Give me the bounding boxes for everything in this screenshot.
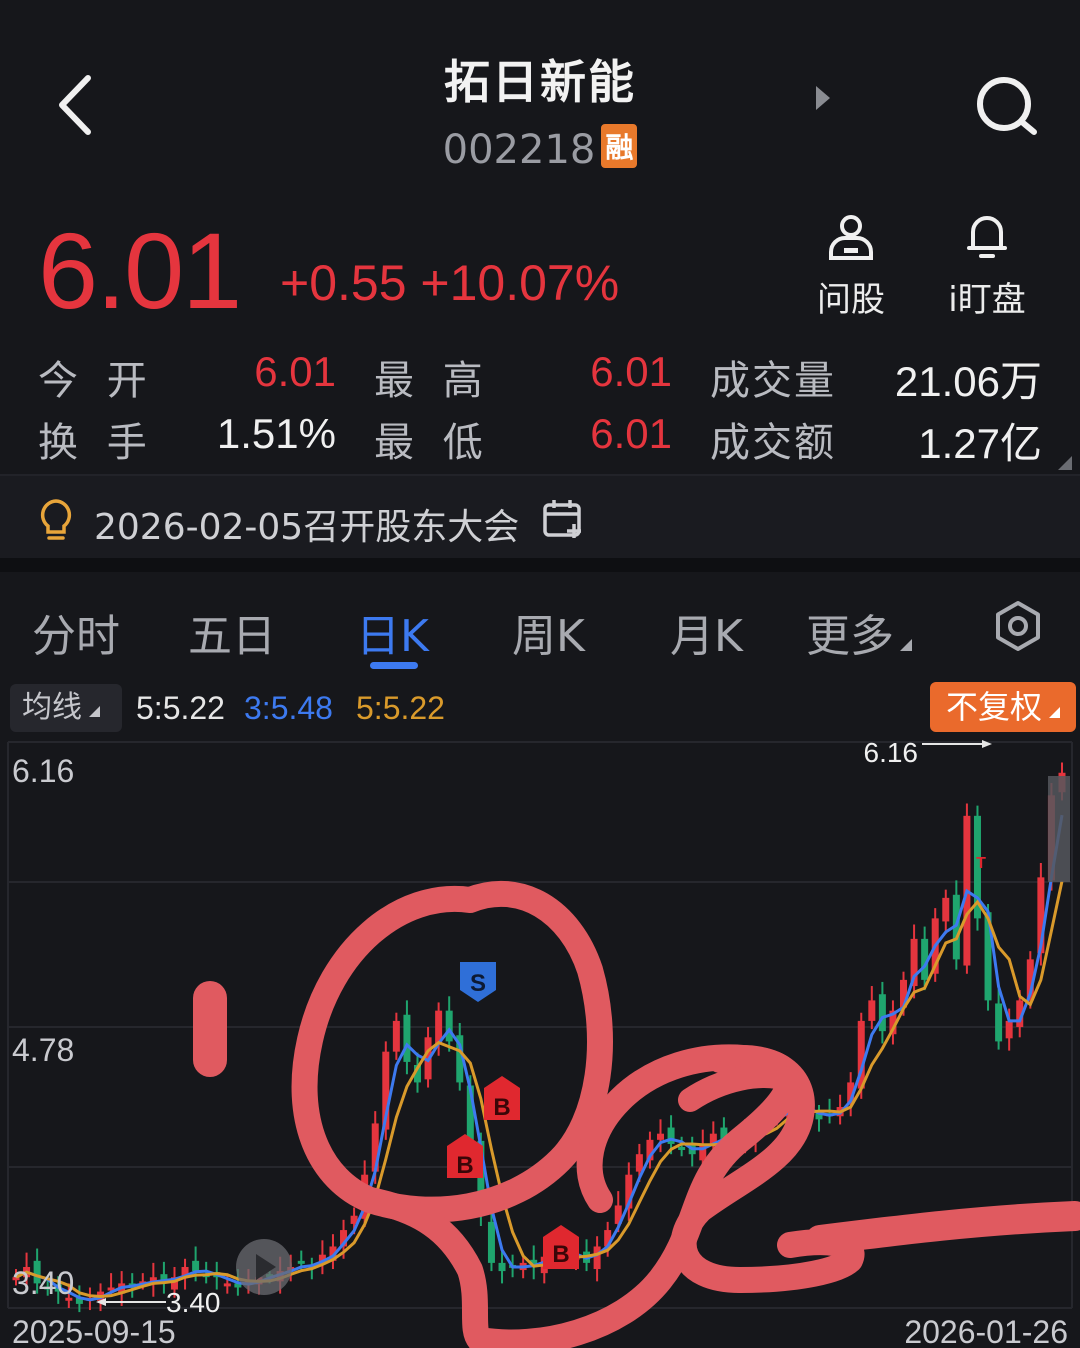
x-tick-end: 2026-01-26 (904, 1314, 1068, 1348)
adjust-mode-label: 不复权 (945, 688, 1042, 726)
t-signal-marker: T (976, 855, 986, 872)
section-gap (0, 558, 1080, 572)
open-value: 6.01 (254, 348, 336, 395)
buy-signal-marker[interactable]: B (447, 1134, 483, 1179)
candle-body (403, 1014, 411, 1062)
volume-label: 成交量 (710, 358, 836, 404)
candle-body (445, 1010, 453, 1042)
max-price-marker: 6.16 (864, 740, 992, 768)
price-change: +0.55 +10.07% (280, 254, 619, 312)
low-value: 6.01 (590, 410, 672, 457)
ma-selector-label: 均线 (22, 690, 82, 725)
y-tick-high: 6.16 (12, 753, 74, 789)
dropdown-corner-icon (89, 706, 100, 717)
stock-code-row: 002218 融 (0, 124, 1080, 173)
svg-text:B: B (552, 1241, 569, 1268)
turnover-value: 1.51% (216, 410, 336, 457)
buy-signal-marker[interactable]: B (484, 1076, 520, 1121)
hand-drawn-annotation (193, 880, 1080, 1348)
svg-text:S: S (470, 970, 486, 997)
chart-settings-icon[interactable] (992, 600, 1044, 652)
turnover-label: 换 手 (38, 420, 155, 466)
active-tab-indicator (370, 662, 418, 669)
high-value: 6.01 (590, 348, 672, 395)
watch-market-label: i盯盘 (948, 280, 1026, 320)
dropdown-corner-icon (1049, 707, 1060, 718)
svg-text:B: B (456, 1152, 473, 1179)
watch-market-button[interactable]: i盯盘 (932, 208, 1042, 321)
current-price: 6.01 (38, 210, 242, 331)
candle-body (297, 1260, 305, 1264)
change-percent: +10.07% (420, 255, 620, 311)
y-tick-mid: 4.78 (12, 1032, 74, 1068)
candle-body (868, 1000, 876, 1021)
tab-five-day[interactable]: 五日 (188, 600, 276, 664)
tab-weekly-k[interactable]: 周K (512, 600, 585, 664)
dropdown-corner-icon (900, 639, 912, 651)
bell-icon (967, 216, 1007, 258)
search-icon[interactable] (974, 74, 1040, 140)
sell-signal-marker[interactable]: S (460, 962, 496, 1002)
low-label: 最 低 (374, 420, 491, 466)
amount-value: 1.27亿 (918, 420, 1042, 467)
candle-body (878, 994, 886, 1032)
candle-body (1005, 1020, 1013, 1039)
candle-body (392, 1020, 400, 1052)
candle-body (223, 1283, 231, 1287)
candle-body (678, 1147, 686, 1151)
tab-monthly-k[interactable]: 月K (670, 600, 743, 664)
amount-label: 成交额 (710, 420, 836, 466)
user-icon (829, 215, 873, 260)
ma-selector-button[interactable]: 均线 (10, 684, 122, 732)
play-button[interactable] (236, 1239, 292, 1295)
tab-more[interactable]: 更多 (806, 600, 912, 664)
open-label: 今 开 (38, 358, 155, 404)
y-tick-low: 3.40 (12, 1265, 74, 1301)
next-stock-icon[interactable] (814, 84, 834, 112)
candle-body (487, 1221, 495, 1263)
change-amount: +0.55 (280, 255, 407, 311)
stock-code: 002218 (442, 127, 596, 173)
lightbulb-icon (40, 499, 72, 540)
candle-body (995, 1003, 1003, 1042)
svg-text:B: B (493, 1094, 510, 1121)
ma-value-3: 5:5.22 (356, 690, 445, 726)
calendar-add-icon[interactable] (542, 498, 586, 540)
notice-text[interactable]: 2026-02-05召开股东大会 (94, 498, 519, 550)
candle-body (192, 1260, 200, 1272)
ma-value-1: 5:5.22 (136, 690, 225, 726)
high-label: 最 高 (374, 358, 491, 404)
x-tick-start: 2025-09-15 (12, 1314, 176, 1348)
candle-body (657, 1133, 665, 1140)
max-price-label: 6.16 (864, 740, 919, 768)
candle-body (942, 897, 950, 922)
tab-more-label: 更多 (806, 611, 894, 662)
margin-badge: 融 (601, 124, 638, 168)
candle-body (593, 1246, 601, 1270)
candle-body (635, 1154, 643, 1172)
expand-corner-icon[interactable] (1054, 452, 1072, 470)
ask-stock-button[interactable]: 问股 (796, 208, 906, 321)
tab-intraday[interactable]: 分时 (32, 600, 120, 664)
volume-value: 21.06万 (894, 358, 1042, 405)
kline-chart[interactable]: 6.16 4.78 3.40 2025-09-15 2026-01-26 6.1… (0, 740, 1080, 1348)
candle-body (498, 1262, 506, 1272)
ma-value-2: 3:5.48 (244, 690, 333, 726)
ask-stock-label: 问股 (817, 280, 885, 320)
adjust-mode-button[interactable]: 不复权 (930, 682, 1076, 732)
buy-signal-marker[interactable]: B (543, 1225, 579, 1269)
scroll-indicator[interactable] (1048, 776, 1070, 882)
tab-daily-k[interactable]: 日K (356, 600, 429, 664)
stock-name: 拓日新能 (444, 55, 636, 109)
min-price-label: 3.40 (166, 1287, 221, 1318)
